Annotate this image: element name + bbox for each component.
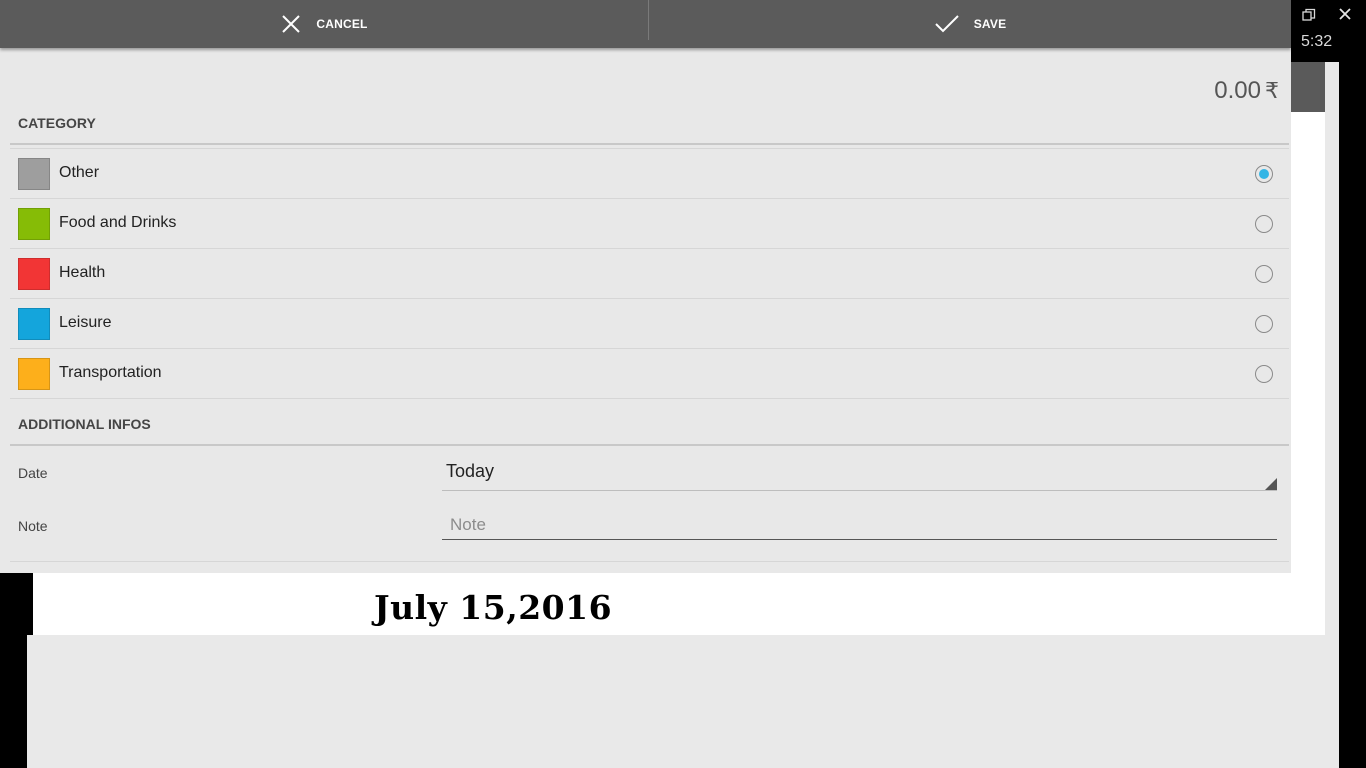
category-color-swatch bbox=[18, 208, 50, 240]
restore-window-icon[interactable] bbox=[1302, 8, 1316, 22]
date-spinner[interactable]: Today bbox=[442, 455, 1277, 491]
category-header: CATEGORY bbox=[10, 115, 1289, 145]
spinner-corner-icon bbox=[1265, 478, 1277, 490]
amount-display[interactable]: 0.00 ₹ bbox=[1214, 77, 1279, 105]
category-color-swatch bbox=[18, 358, 50, 390]
category-color-swatch bbox=[18, 308, 50, 340]
note-input[interactable] bbox=[442, 510, 1277, 540]
clock: 5:32 bbox=[1301, 33, 1333, 50]
save-label: SAVE bbox=[973, 17, 1007, 31]
save-button[interactable]: SAVE bbox=[649, 0, 1291, 48]
category-radio[interactable] bbox=[1255, 165, 1273, 183]
cancel-label: CANCEL bbox=[316, 17, 368, 31]
divider bbox=[10, 561, 1289, 562]
category-radio[interactable] bbox=[1255, 215, 1273, 233]
date-value: Today bbox=[446, 461, 495, 481]
additional-infos-header: ADDITIONAL INFOS bbox=[10, 416, 1289, 446]
close-icon[interactable] bbox=[1337, 6, 1353, 22]
background-right-strip bbox=[1325, 62, 1339, 635]
background-dark-bar bbox=[1291, 62, 1325, 112]
category-label: Food and Drinks bbox=[59, 214, 177, 231]
date-label: Date bbox=[18, 465, 48, 481]
action-bar: CANCEL SAVE bbox=[0, 0, 1291, 48]
category-row-other[interactable]: Other bbox=[10, 149, 1289, 199]
category-header-label: CATEGORY bbox=[18, 115, 96, 131]
background-lower-area bbox=[27, 635, 1339, 768]
currency-symbol: ₹ bbox=[1265, 78, 1279, 103]
category-label: Transportation bbox=[59, 364, 162, 381]
amount-value: 0.00 bbox=[1214, 77, 1261, 104]
category-radio[interactable] bbox=[1255, 315, 1273, 333]
category-radio[interactable] bbox=[1255, 365, 1273, 383]
category-color-swatch bbox=[18, 258, 50, 290]
category-row-leisure[interactable]: Leisure bbox=[10, 299, 1289, 349]
category-radio[interactable] bbox=[1255, 265, 1273, 283]
category-color-swatch bbox=[18, 158, 50, 190]
close-icon bbox=[282, 15, 301, 33]
add-expense-panel: CANCEL SAVE 0.00 ₹ CATEGORY Other Food an… bbox=[0, 0, 1291, 573]
system-tray: 5:32 bbox=[1291, 0, 1366, 62]
category-label: Other bbox=[59, 164, 100, 181]
category-label: Leisure bbox=[59, 314, 112, 331]
check-icon bbox=[934, 15, 959, 33]
additional-infos-header-label: ADDITIONAL INFOS bbox=[18, 416, 151, 432]
category-row-transportation[interactable]: Transportation bbox=[10, 349, 1289, 399]
category-row-health[interactable]: Health bbox=[10, 249, 1289, 299]
note-label: Note bbox=[18, 518, 48, 534]
category-label: Health bbox=[59, 264, 106, 281]
cancel-button[interactable]: CANCEL bbox=[0, 0, 648, 48]
date-caption: July 15,2016 bbox=[374, 588, 613, 627]
category-row-food-and-drinks[interactable]: Food and Drinks bbox=[10, 199, 1289, 249]
